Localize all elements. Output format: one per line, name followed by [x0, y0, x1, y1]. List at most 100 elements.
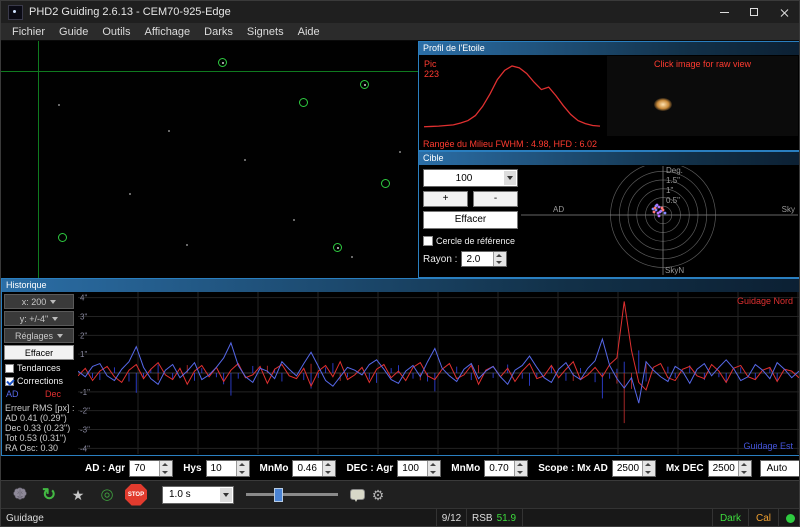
ra-aggression-spinner[interactable]: 70: [129, 460, 173, 477]
dec-minmove-spinner[interactable]: 0.70: [484, 460, 528, 477]
zoom-out-button[interactable]: -: [473, 191, 518, 207]
ra-hysteresis-spinner[interactable]: 10: [206, 460, 250, 477]
guide-button[interactable]: ◎: [94, 483, 120, 507]
status-cal-indicator: Cal: [749, 509, 779, 527]
svg-text:2": 2": [80, 331, 87, 340]
title-bar: PHD2 Guiding 2.6.13 - CEM70-925-Edge: [1, 1, 799, 23]
history-clear-button[interactable]: Effacer: [4, 345, 74, 360]
history-controls: x: 200 y: +/-4" Réglages Effacer Tendanc…: [2, 292, 78, 455]
history-settings-button[interactable]: Réglages: [4, 328, 74, 343]
svg-text:3": 3": [80, 312, 87, 321]
spinner-arrows-icon[interactable]: [427, 461, 440, 476]
ra-minmove-spinner[interactable]: 0.46: [292, 460, 336, 477]
menu-darks[interactable]: Darks: [197, 26, 240, 38]
menu-affichage[interactable]: Affichage: [138, 26, 198, 38]
svg-text:1.5": 1.5": [666, 176, 680, 185]
faint-star: [351, 256, 353, 258]
dropdown-arrow-icon: [50, 300, 56, 304]
brain-settings-button[interactable]: [7, 483, 33, 507]
menu-signets[interactable]: Signets: [240, 26, 291, 38]
history-y-scale-select[interactable]: y: +/-4": [4, 311, 74, 326]
tools-button[interactable]: ⚙: [365, 483, 391, 507]
target-controls: 100 + - Effacer Cercle de référence Rayo…: [423, 169, 518, 267]
history-x-scale-select[interactable]: x: 200: [4, 294, 74, 309]
menu-outils[interactable]: Outils: [95, 26, 137, 38]
target-bullseye-svg: Deg.1.5"1"0.5"ADSkySkyN: [521, 166, 798, 275]
dropdown-arrow-icon: [504, 171, 516, 185]
svg-text:Deg.: Deg.: [666, 166, 683, 175]
status-spacer: [523, 509, 713, 527]
stop-button[interactable]: STOP: [123, 483, 149, 507]
guide-star-marker: [58, 233, 67, 242]
menu-guide[interactable]: Guide: [52, 26, 95, 38]
max-ra-duration-spinner[interactable]: 2500: [612, 460, 656, 477]
stop-icon: STOP: [125, 484, 147, 506]
dec-aggression-spinner[interactable]: 100: [397, 460, 441, 477]
clear-label: Effacer: [25, 348, 53, 358]
dec-aggression-label: DEC : Agr: [346, 463, 393, 474]
spinner-arrows-icon[interactable]: [236, 461, 249, 476]
phd2-window: PHD2 Guiding 2.6.13 - CEM70-925-Edge Fic…: [0, 0, 800, 527]
frame-count-text: 9/12: [442, 513, 461, 524]
guide-parameters-bar: AD : Agr 70 Hys 10 MnMo 0.46 DEC : Agr 1…: [1, 456, 800, 480]
svg-text:-1": -1": [80, 388, 90, 397]
window-title: PHD2 Guiding 2.6.13 - CEM70-925-Edge: [29, 6, 231, 18]
raw-view-hint: Click image for raw view: [607, 59, 798, 69]
raw-star-image[interactable]: Click image for raw view: [607, 56, 798, 136]
window-controls: [709, 1, 799, 23]
trendlines-checkbox[interactable]: [5, 364, 14, 373]
radius-spinner[interactable]: 2.0: [461, 251, 507, 267]
svg-text:1": 1": [666, 186, 673, 195]
spinner-arrows-icon[interactable]: [642, 461, 655, 476]
minimize-icon: [720, 12, 729, 13]
dec-aggression-value: 100: [402, 463, 419, 474]
star-profile-panel: Profil de l'Etoile Pic 223 Click image f…: [418, 41, 800, 151]
guide-camera-view[interactable]: [1, 41, 418, 278]
slider-track: [246, 493, 338, 496]
target-panel-header[interactable]: Cible: [419, 152, 800, 165]
speech-bubble-icon[interactable]: [350, 489, 365, 500]
dec-guide-mode-select[interactable]: Auto: [760, 460, 800, 477]
reference-circle-checkbox[interactable]: [423, 236, 433, 246]
snr-value: 51.9: [497, 513, 516, 524]
snr-label: RSB: [472, 513, 493, 524]
svg-text:0.5": 0.5": [666, 196, 680, 205]
dec-minmove-label: MnMo: [451, 463, 480, 474]
menu-fichier[interactable]: Fichier: [5, 26, 52, 38]
slider-thumb[interactable]: [274, 488, 283, 502]
zoom-in-button[interactable]: +: [423, 191, 468, 207]
spinner-arrows-icon[interactable]: [514, 461, 527, 476]
peak-label: Pic: [424, 59, 439, 69]
exposure-duration-select[interactable]: 1.0 s: [162, 486, 234, 504]
menu-aide[interactable]: Aide: [291, 26, 327, 38]
ra-aggression-label: AD : Agr: [85, 463, 125, 474]
close-button[interactable]: [769, 1, 799, 23]
spinner-arrows-icon[interactable]: [159, 461, 172, 476]
spinner-arrows-icon[interactable]: [322, 461, 335, 476]
max-dec-duration-spinner[interactable]: 2500: [708, 460, 752, 477]
app-icon: [8, 5, 23, 20]
settings-label: Réglages: [15, 331, 53, 341]
loop-exposures-button[interactable]: ↻: [36, 483, 62, 507]
status-dark-indicator: Dark: [713, 509, 749, 527]
corrections-checkbox[interactable]: [5, 377, 14, 386]
target-zoom-select[interactable]: 100: [423, 169, 518, 187]
faint-star: [399, 151, 401, 153]
history-panel-header[interactable]: Historique: [2, 279, 800, 292]
star-profile-panel-header[interactable]: Profil de l'Etoile: [419, 42, 800, 55]
auto-select-star-button[interactable]: ★: [65, 483, 91, 507]
spinner-arrows-icon[interactable]: [738, 461, 751, 476]
gamma-slider[interactable]: [246, 486, 338, 504]
reference-circle-label: Cercle de référence: [436, 236, 515, 246]
dec-legend: Dec: [45, 389, 61, 399]
spinner-arrows-icon[interactable]: [493, 252, 506, 266]
dropdown-arrow-icon: [220, 488, 232, 502]
maximize-button[interactable]: [739, 1, 769, 23]
ra-legend: AD: [6, 389, 19, 399]
svg-text:SkyN: SkyN: [665, 266, 684, 275]
target-clear-button[interactable]: Effacer: [423, 211, 518, 229]
minimize-button[interactable]: [709, 1, 739, 23]
max-dec-duration-value: 2500: [713, 463, 735, 474]
close-icon: [780, 8, 789, 17]
tool-bar: ↻ ★ ◎ STOP 1.0 s ⚙: [1, 480, 800, 508]
